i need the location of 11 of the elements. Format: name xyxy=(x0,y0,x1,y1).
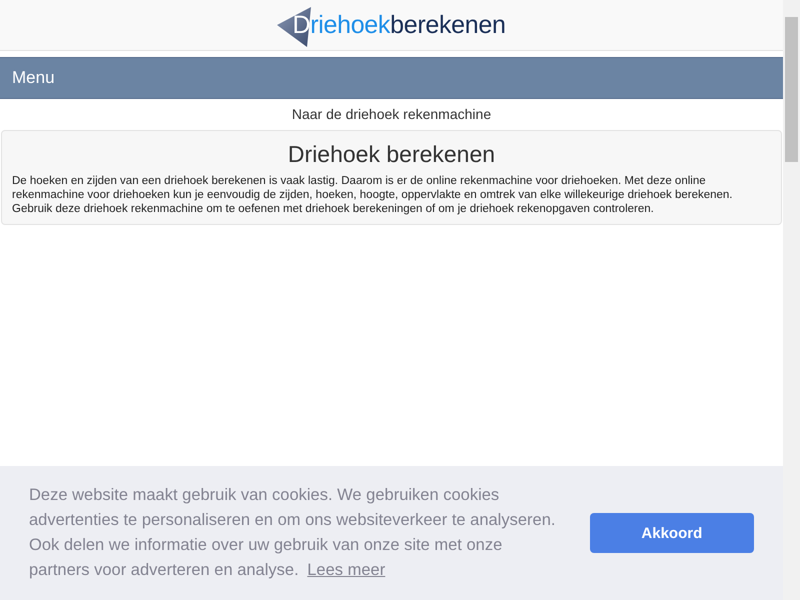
site-logo[interactable]: Driehoekberekenen xyxy=(277,3,506,47)
scrollbar[interactable] xyxy=(783,0,800,600)
read-more-link[interactable]: Lees meer xyxy=(307,561,386,579)
intro-paragraph: De hoeken en zijden van een driehoek berekenen is vaak lastig. Daarom is er de online rekenmachine voor driehoeken. Met deze online rekenmachine voor driehoeken kun je eenvoudig de zijden, hoeken, hoogte, oppervlakte en omtrek van elke willekeurige driehoek berekenen. Gebruik deze driehoek rekenmachine om te oefenen met driehoek berekeningen of om je driehoek rekenopgaven controleren. xyxy=(12,174,734,216)
page-title: Driehoek berekenen xyxy=(286,141,496,168)
scrollbar-thumb[interactable] xyxy=(785,17,798,162)
accept-button[interactable]: Akkoord xyxy=(590,513,754,553)
menu-button[interactable]: Menu xyxy=(0,57,783,99)
calculator-link[interactable]: Naar de driehoek rekenmachine xyxy=(292,106,492,122)
cookie-message: Deze website maakt gebruik van cookies. We gebruiken cookies advertenties te personaliseren en om ons websiteverkeer te analyseren. Ook delen we informatie over uw gebruik van onze site met onze partners voor adverteren en analyse. Lees meer xyxy=(29,485,556,581)
triangle-icon xyxy=(277,7,312,47)
